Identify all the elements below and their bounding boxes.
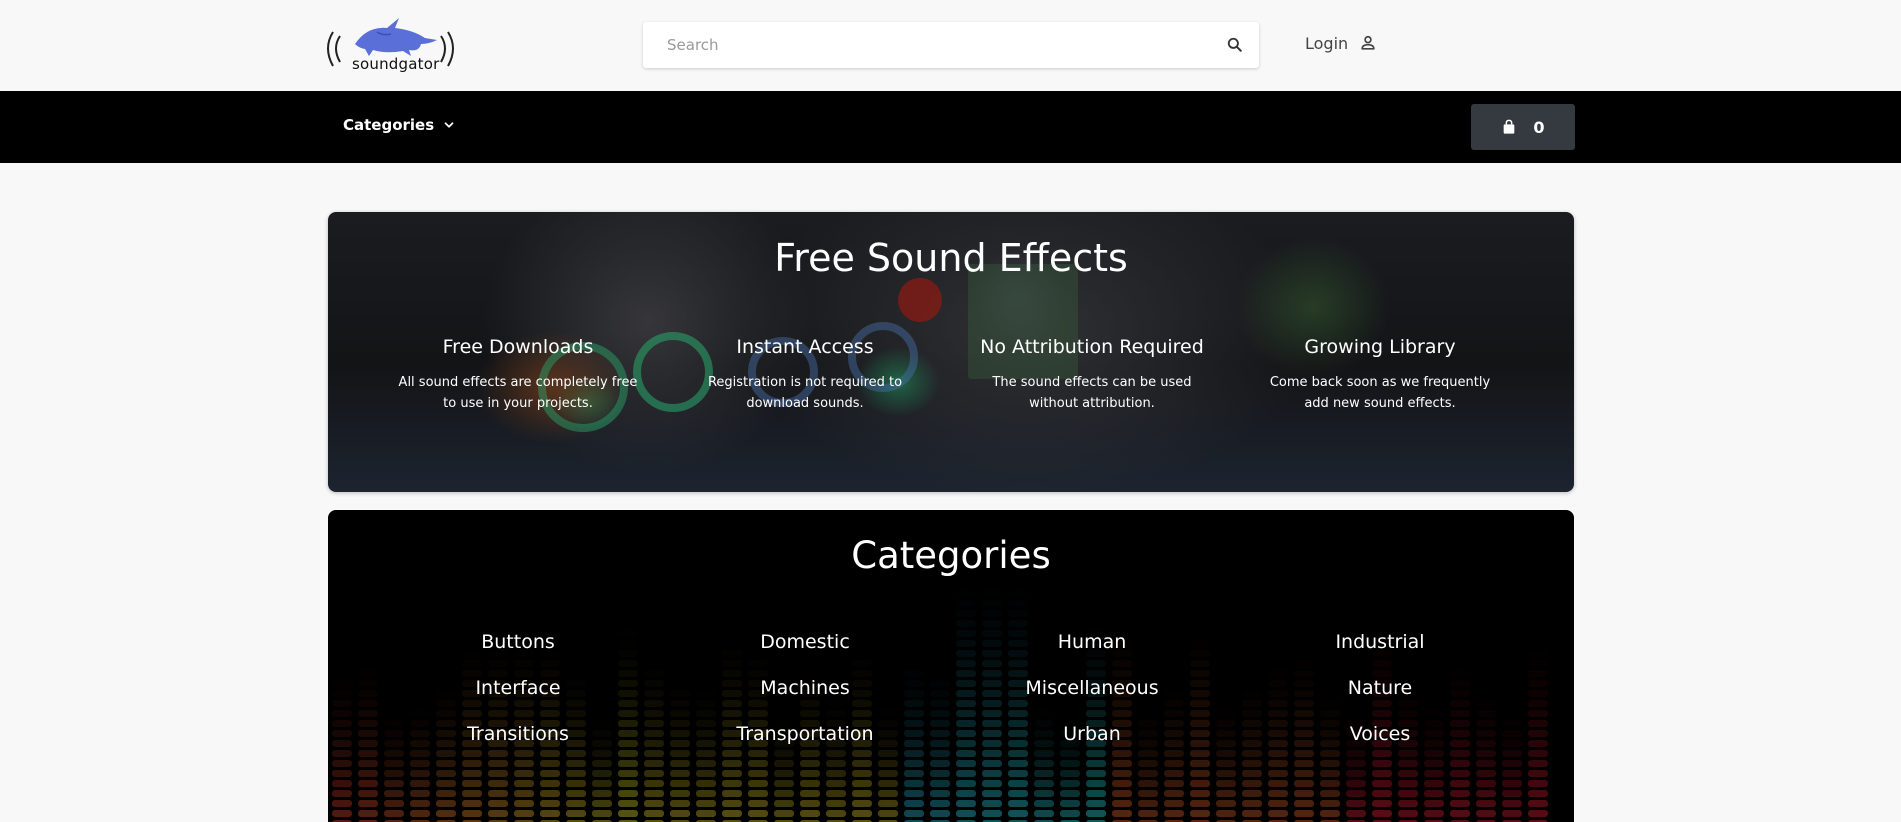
category-link-voices[interactable]: Voices — [1260, 723, 1500, 745]
login-link[interactable]: Login — [1305, 33, 1378, 53]
category-link-domestic[interactable]: Domestic — [685, 631, 925, 653]
category-link-human[interactable]: Human — [972, 631, 1212, 653]
feature-text: Come back soon as we frequently add new … — [1269, 375, 1491, 411]
user-icon — [1361, 35, 1375, 50]
feature-text: All sound effects are completely free to… — [398, 375, 638, 411]
login-label: Login — [1305, 33, 1349, 53]
search-input[interactable] — [643, 22, 1259, 68]
category-link-interface[interactable]: Interface — [398, 677, 638, 699]
main-nav: Categories 0 — [0, 91, 1901, 163]
category-link-transportation[interactable]: Transportation — [685, 723, 925, 745]
category-link-miscellaneous[interactable]: Miscellaneous — [972, 677, 1212, 699]
feature-free-downloads: Free Downloads All sound effects are com… — [398, 336, 638, 414]
category-link-urban[interactable]: Urban — [972, 723, 1212, 745]
site-header: soundgator Login — [0, 0, 1901, 91]
feature-growing-library: Growing Library Come back soon as we fre… — [1260, 336, 1500, 414]
feature-title: Growing Library — [1304, 336, 1456, 358]
category-link-industrial[interactable]: Industrial — [1260, 631, 1500, 653]
hero-banner: Free Sound Effects Free Downloads All so… — [328, 212, 1574, 492]
chevron-down-icon — [444, 122, 454, 128]
cart-button[interactable]: 0 — [1471, 104, 1575, 150]
category-link-machines[interactable]: Machines — [685, 677, 925, 699]
feature-instant-access: Instant Access Registration is not requi… — [685, 336, 925, 414]
category-link-buttons[interactable]: Buttons — [398, 631, 638, 653]
rec-button-decoration — [898, 278, 942, 322]
categories-dropdown[interactable]: Categories — [343, 116, 456, 134]
logo-wordmark: soundgator — [352, 55, 440, 73]
search-icon[interactable] — [1225, 35, 1245, 55]
feature-text: Registration is not required to download… — [707, 375, 903, 411]
category-link-nature[interactable]: Nature — [1260, 677, 1500, 699]
shopping-bag-icon — [1504, 119, 1515, 134]
categories-dropdown-label: Categories — [343, 116, 435, 134]
hero-title: Free Sound Effects — [774, 236, 1128, 280]
feature-title: No Attribution Required — [980, 336, 1204, 358]
feature-title: Free Downloads — [442, 336, 594, 358]
feature-text: The sound effects can be used without at… — [992, 375, 1192, 411]
cart-count: 0 — [1533, 117, 1545, 137]
search-box — [643, 22, 1259, 68]
feature-no-attribution: No Attribution Required The sound effect… — [972, 336, 1212, 414]
category-link-transitions[interactable]: Transitions — [398, 723, 638, 745]
feature-title: Instant Access — [736, 336, 874, 358]
categories-section: Categories Buttons Domestic Human Indust… — [328, 510, 1574, 822]
categories-title: Categories — [851, 534, 1051, 577]
